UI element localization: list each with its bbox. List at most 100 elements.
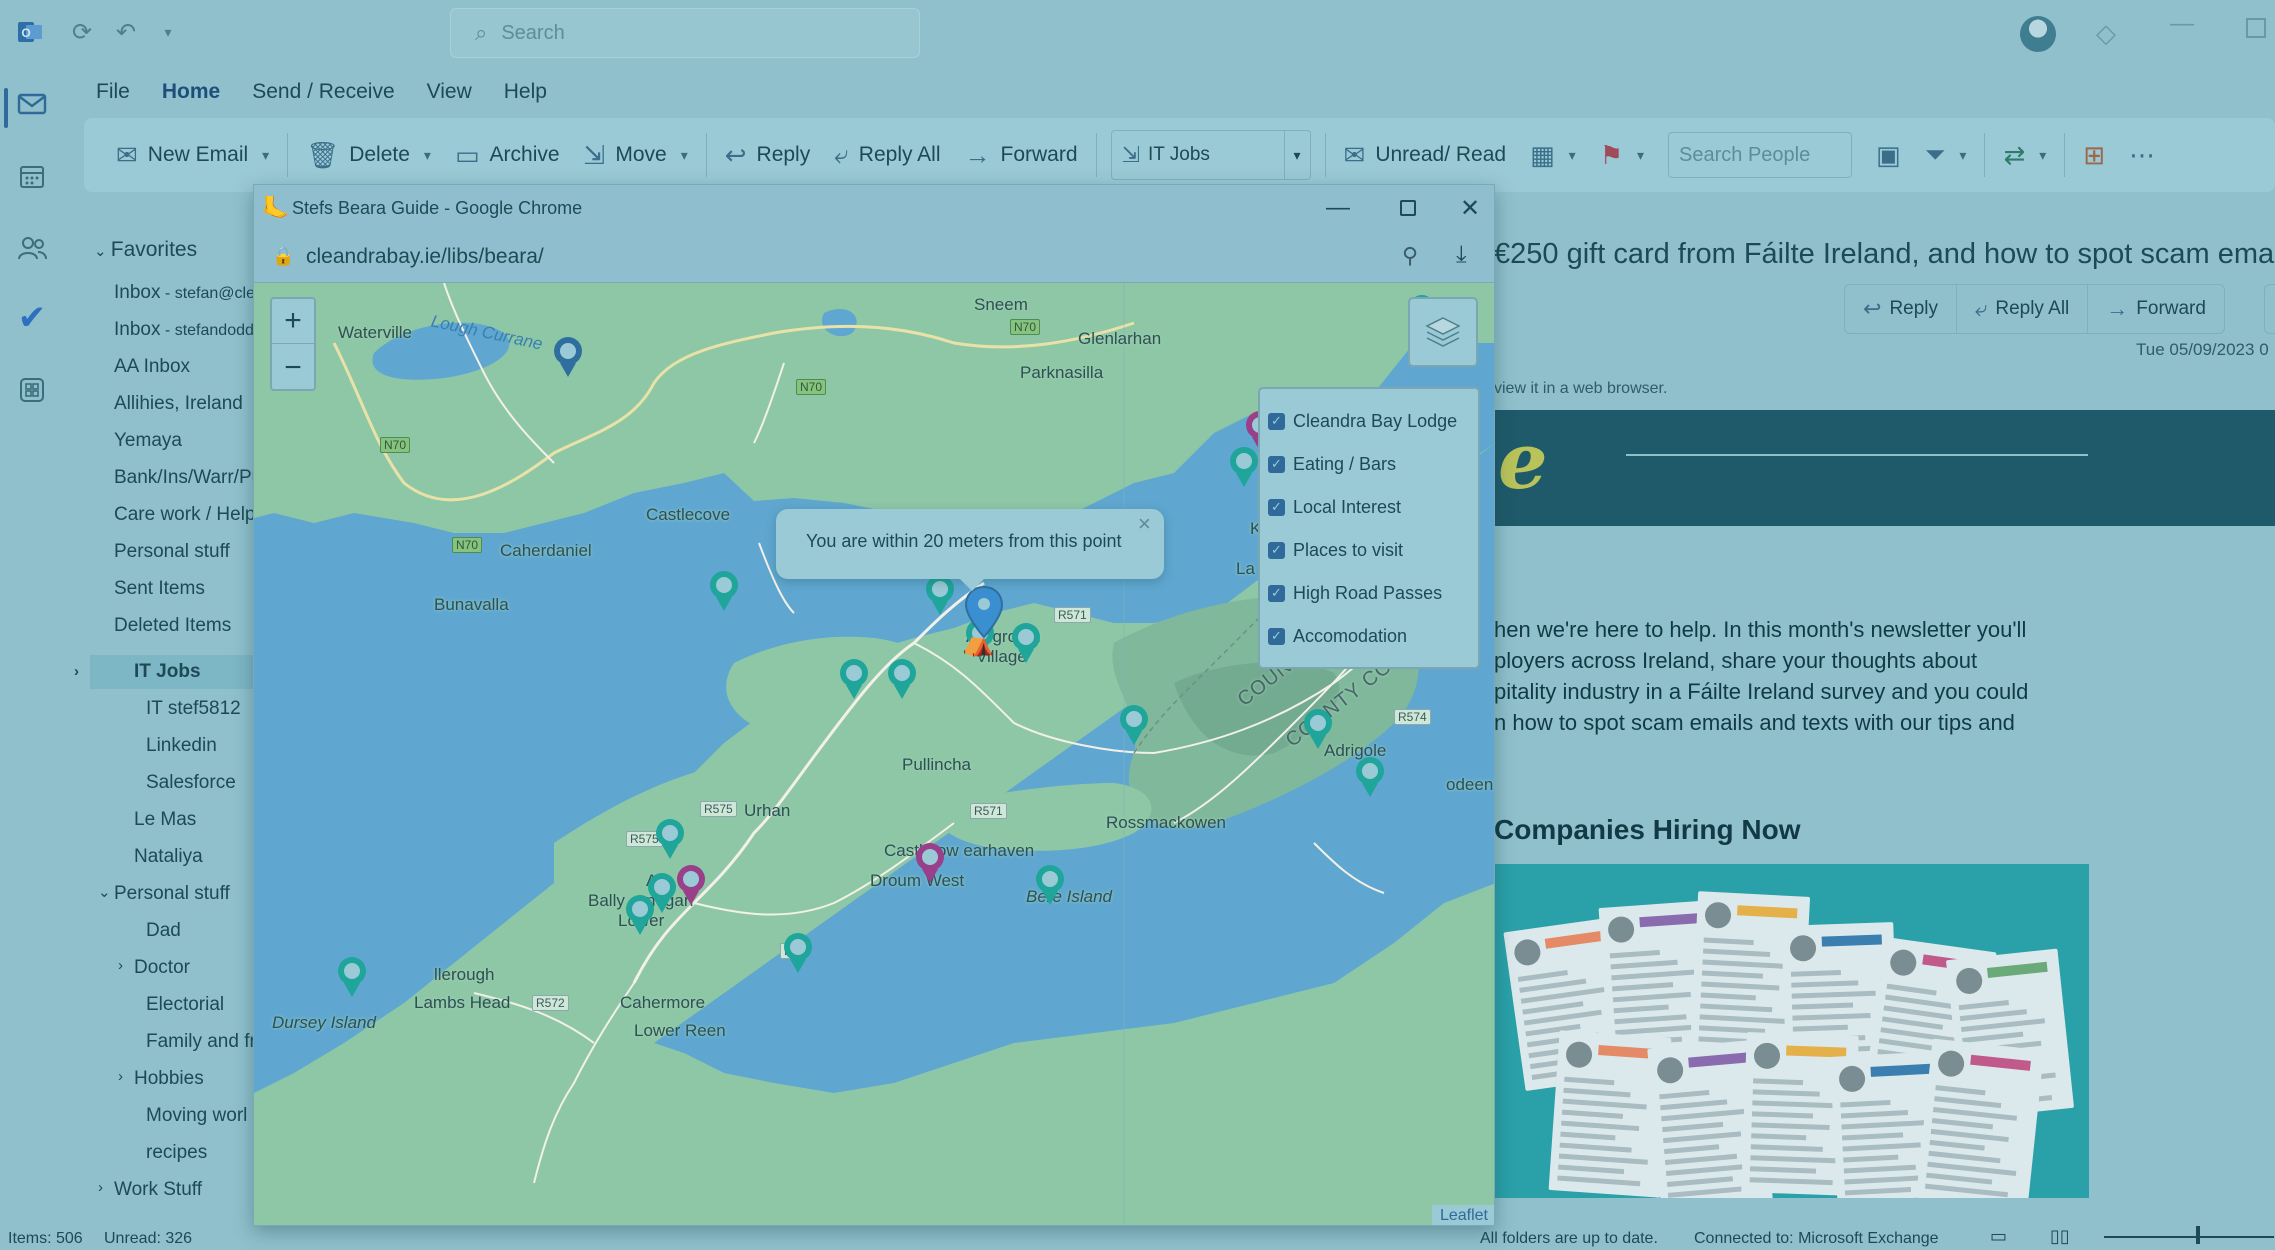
folder-item[interactable]: recipes (146, 1142, 207, 1164)
diamond-icon[interactable]: ◇ (2096, 18, 2116, 49)
url-text[interactable]: cleandrabay.ie/libs/beara/ (306, 245, 544, 269)
checkbox-checked-icon[interactable]: ✓ (1268, 584, 1285, 602)
reply-button[interactable]: ↩ Reply (1845, 285, 1958, 333)
folder-item[interactable]: Deleted Items (114, 615, 231, 637)
chevron-down-icon[interactable]: ⌄ (98, 883, 111, 901)
folder-item[interactable]: Bank/Ins/Warr/Pu (114, 467, 254, 489)
folder-item[interactable]: › Work Stuff (98, 1179, 202, 1201)
checkbox-checked-icon[interactable]: ✓ (1268, 541, 1285, 559)
map-marker[interactable] (1350, 753, 1390, 803)
map-marker[interactable] (1114, 701, 1154, 751)
folder-item[interactable]: AA Inbox (114, 356, 190, 378)
maximize-button[interactable] (2246, 18, 2266, 38)
layer-toggle[interactable]: ✓ Eating / Bars (1268, 442, 1470, 486)
map-marker[interactable] (882, 655, 922, 705)
layer-toggle[interactable]: ✓ High Road Passes (1268, 571, 1470, 615)
chevron-right-icon[interactable]: › (118, 957, 123, 974)
chevron-down-icon[interactable]: ▾ (1569, 147, 1576, 164)
folder-item[interactable]: Family and fr (146, 1031, 254, 1053)
forward-button[interactable]: → Forward (2088, 285, 2224, 333)
folder-item[interactable]: Care work / Help (114, 504, 254, 526)
layer-toggle[interactable]: ✓ Places to visit (1268, 528, 1470, 572)
undo-icon[interactable]: ↶ (110, 16, 142, 48)
chevron-right-icon[interactable]: › (74, 655, 79, 689)
menu-send-receive[interactable]: Send / Receive (236, 76, 410, 116)
new-email-button[interactable]: ✉ New Email ▾ (104, 129, 281, 181)
chevron-down-icon[interactable]: ▾ (1283, 131, 1310, 179)
folder-item[interactable]: Sent Items (114, 578, 205, 600)
folder-item[interactable]: › IT Jobs (74, 655, 254, 689)
archive-button[interactable]: ▭ Archive (443, 129, 572, 181)
folder-item[interactable]: IT stef5812 (146, 698, 241, 720)
chevron-down-icon[interactable]: ▾ (262, 147, 269, 164)
layer-toggle[interactable]: ✓ Accomodation (1268, 614, 1470, 658)
folder-item[interactable]: Salesforce (146, 772, 236, 794)
checkbox-checked-icon[interactable]: ✓ (1268, 498, 1285, 516)
search-people-input[interactable]: Search People (1668, 132, 1853, 178)
chevron-down-icon[interactable]: ▾ (2039, 147, 2046, 164)
todo-check-icon[interactable]: ✔ (14, 299, 50, 337)
avatar[interactable] (2020, 16, 2056, 52)
map-marker[interactable] (1298, 705, 1338, 755)
normal-view-icon[interactable]: ▭ (1990, 1226, 2007, 1247)
folder-item[interactable]: › Hobbies (118, 1068, 204, 1090)
layer-toggle[interactable]: ✓ Cleandra Bay Lodge (1268, 399, 1470, 443)
folder-item[interactable]: Dad (146, 920, 181, 942)
lock-icon[interactable]: 🔒 (272, 246, 294, 267)
filter-button[interactable]: ⏷ ▾ (1913, 129, 1979, 181)
checkbox-checked-icon[interactable]: ✓ (1268, 455, 1285, 473)
map-marker[interactable] (704, 567, 744, 617)
mail-icon[interactable] (14, 86, 50, 122)
folder-item[interactable]: Inbox - stefan@cle (114, 282, 254, 304)
folder-item[interactable]: Moving worl (146, 1105, 247, 1127)
chevron-right-icon[interactable]: › (98, 1179, 103, 1196)
checkbox-checked-icon[interactable]: ✓ (1268, 412, 1285, 430)
map-marker[interactable] (671, 861, 711, 911)
map-marker[interactable] (910, 839, 950, 889)
delete-button[interactable]: 🗑 Delete ▾ (294, 129, 443, 181)
chrome-close-button[interactable]: ✕ (1450, 191, 1490, 225)
map-marker[interactable] (778, 929, 818, 979)
search-input[interactable]: ⌕ Search (450, 8, 920, 58)
folder-item[interactable]: Allihies, Ireland (114, 393, 243, 415)
folder-item[interactable]: Inbox - stefandodd (114, 319, 254, 341)
customize-toolbar-icon[interactable]: ▾ (152, 16, 184, 48)
layers-button[interactable] (1408, 297, 1478, 367)
map-marker[interactable] (834, 655, 874, 705)
apps-icon[interactable] (14, 372, 50, 408)
more-options-button[interactable]: ⋯ (2117, 129, 2167, 181)
map-view[interactable]: Waterville Lough Currane Sneem Glenlarha… (254, 283, 1494, 1225)
folder-item[interactable]: ⌄ Personal stuff (98, 883, 230, 905)
map-marker[interactable] (1030, 861, 1070, 911)
chrome-maximize-button[interactable] (1388, 191, 1428, 225)
folder-item[interactable]: › Doctor (118, 957, 190, 979)
map-marker[interactable] (620, 891, 660, 941)
menu-file[interactable]: File (80, 76, 146, 116)
chevron-down-icon[interactable]: ▾ (681, 147, 688, 164)
folder-item[interactable]: Yemaya (114, 430, 182, 452)
reply-all-button[interactable]: ⤶ Reply All (1957, 285, 2089, 333)
map-marker[interactable] (650, 815, 690, 865)
minimize-button[interactable]: — (2170, 10, 2194, 38)
reply-button[interactable]: ↩ Reply (713, 129, 823, 181)
folder-item[interactable]: Le Mas (134, 809, 196, 831)
menu-home[interactable]: Home (146, 76, 236, 122)
chevron-down-icon[interactable]: ▾ (424, 147, 431, 164)
menu-view[interactable]: View (411, 76, 488, 116)
more-actions-button[interactable] (2264, 284, 2275, 334)
popup-close-button[interactable]: × (1138, 511, 1151, 537)
forward-button[interactable]: → Forward (953, 129, 1090, 181)
calendar-icon[interactable] (14, 158, 50, 194)
map-attribution[interactable]: Leaflet (1431, 1205, 1494, 1225)
menu-help[interactable]: Help (488, 76, 563, 116)
layer-toggle[interactable]: ✓ Local Interest (1268, 485, 1470, 529)
flag-button[interactable]: ⚑ ▾ (1588, 129, 1656, 181)
reading-view-icon[interactable]: ▯▯ (2050, 1226, 2070, 1247)
favorites-header[interactable]: ⌄ Favorites (94, 238, 197, 262)
download-icon[interactable]: ⤓ (1456, 241, 1467, 269)
sync-icon[interactable]: ⟳ (66, 16, 98, 48)
chrome-minimize-button[interactable]: — (1318, 191, 1358, 225)
folder-item[interactable]: Nataliya (134, 846, 203, 868)
move-button[interactable]: ⇲ Move ▾ (572, 129, 700, 181)
zoom-out-button[interactable]: − (272, 345, 314, 390)
